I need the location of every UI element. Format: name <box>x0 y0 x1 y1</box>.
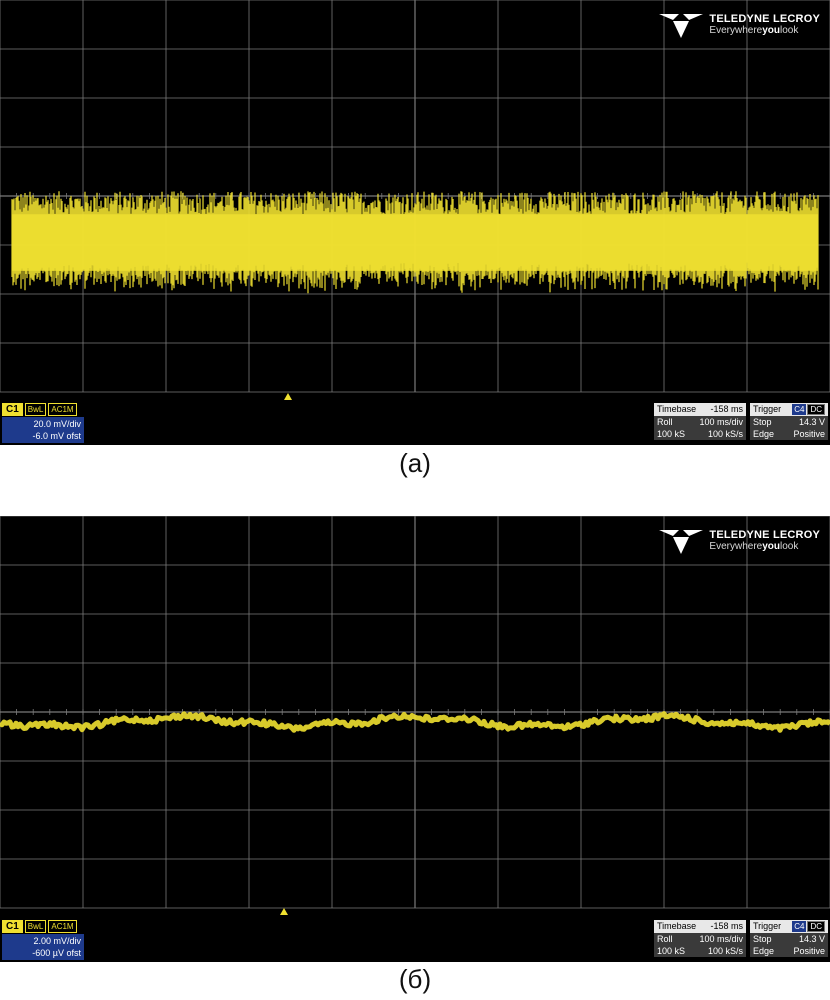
trigger-source: C4 <box>792 921 807 932</box>
vertical-scale: 2.00 mV/div <box>33 936 81 946</box>
caption-a: (а) <box>399 448 431 478</box>
coupling-flag: AC1M <box>48 403 77 416</box>
trigger-state: Stop <box>753 934 772 944</box>
vertical-offset: -6.0 mV ofst <box>32 431 81 441</box>
trigger-slope: Positive <box>793 429 825 439</box>
sample-rate: 100 kS/s <box>707 429 743 439</box>
timebase-value: -158 ms <box>710 921 743 931</box>
oscilloscope-screenshot-b: TELEDYNE LECROY Everywhereyoulook C1 BwL… <box>0 516 830 962</box>
acquisition-mode: Roll <box>657 934 673 944</box>
trigger-descriptor[interactable]: Trigger C4 DC Stop 14.3 V Edge Positive <box>750 920 828 957</box>
acquisition-mode: Roll <box>657 417 673 427</box>
trigger-level: 14.3 V <box>798 934 825 944</box>
bandwidth-limit-flag: BwL <box>24 920 47 933</box>
lecroy-logo-icon <box>659 14 704 38</box>
trigger-descriptor[interactable]: Trigger C4 DC Stop 14.3 V Edge Positive <box>750 403 828 440</box>
waveform-display <box>0 516 830 916</box>
trigger-state: Stop <box>753 417 772 427</box>
trigger-label: Trigger <box>753 404 782 414</box>
status-bar: C1 BwL AC1M 20.0 mV/div -6.0 mV ofst Tim… <box>0 401 830 445</box>
waveform-display <box>0 0 830 400</box>
waveform-grid <box>0 0 830 393</box>
trigger-source: C4 <box>792 404 807 415</box>
sample-rate: 100 kS/s <box>707 946 743 956</box>
timebase-value: -158 ms <box>710 404 743 414</box>
teledyne-lecroy-logo: TELEDYNE LECROY Everywhereyoulook <box>659 528 820 554</box>
trigger-label: Trigger <box>753 921 782 931</box>
time-per-div: 100 ms/div <box>699 417 743 427</box>
timebase-label: Timebase <box>657 404 697 414</box>
oscilloscope-screenshot-a: TELEDYNE LECROY Everywhereyoulook C1 BwL… <box>0 0 830 445</box>
vertical-offset: -600 µV ofst <box>32 948 81 958</box>
vertical-scale: 20.0 mV/div <box>33 419 81 429</box>
sample-count: 100 kS <box>657 429 686 439</box>
trigger-position-marker <box>280 908 288 915</box>
channel-descriptor[interactable]: C1 BwL AC1M 2.00 mV/div -600 µV ofst <box>2 920 84 960</box>
channel-descriptor[interactable]: C1 BwL AC1M 20.0 mV/div -6.0 mV ofst <box>2 403 84 443</box>
waveform-grid <box>0 516 830 909</box>
channel-name: C1 <box>2 920 23 933</box>
trigger-coupling: DC <box>807 404 825 415</box>
coupling-flag: AC1M <box>48 920 77 933</box>
caption-b: (б) <box>398 964 432 994</box>
trigger-slope: Positive <box>793 946 825 956</box>
trigger-position-marker <box>284 393 292 400</box>
bandwidth-limit-flag: BwL <box>24 403 47 416</box>
time-per-div: 100 ms/div <box>699 934 743 944</box>
status-bar: C1 BwL AC1M 2.00 mV/div -600 µV ofst Tim… <box>0 918 830 962</box>
channel-name: C1 <box>2 403 23 416</box>
sample-count: 100 kS <box>657 946 686 956</box>
trigger-coupling: DC <box>807 921 825 932</box>
timebase-descriptor[interactable]: Timebase -158 ms Roll 100 ms/div 100 kS 100… <box>654 920 746 957</box>
brand-tagline: Everywhereyoulook <box>709 540 799 552</box>
trigger-type: Edge <box>753 429 775 439</box>
timebase-label: Timebase <box>657 921 697 931</box>
timebase-descriptor[interactable]: Timebase -158 ms Roll 100 ms/div 100 kS 100… <box>654 403 746 440</box>
trigger-level: 14.3 V <box>798 417 825 427</box>
trigger-type: Edge <box>753 946 775 956</box>
waveform-trace-core <box>12 214 818 271</box>
teledyne-lecroy-logo: TELEDYNE LECROY Everywhereyoulook <box>659 12 820 38</box>
lecroy-logo-icon <box>659 530 704 554</box>
brand-tagline: Everywhereyoulook <box>709 24 799 36</box>
